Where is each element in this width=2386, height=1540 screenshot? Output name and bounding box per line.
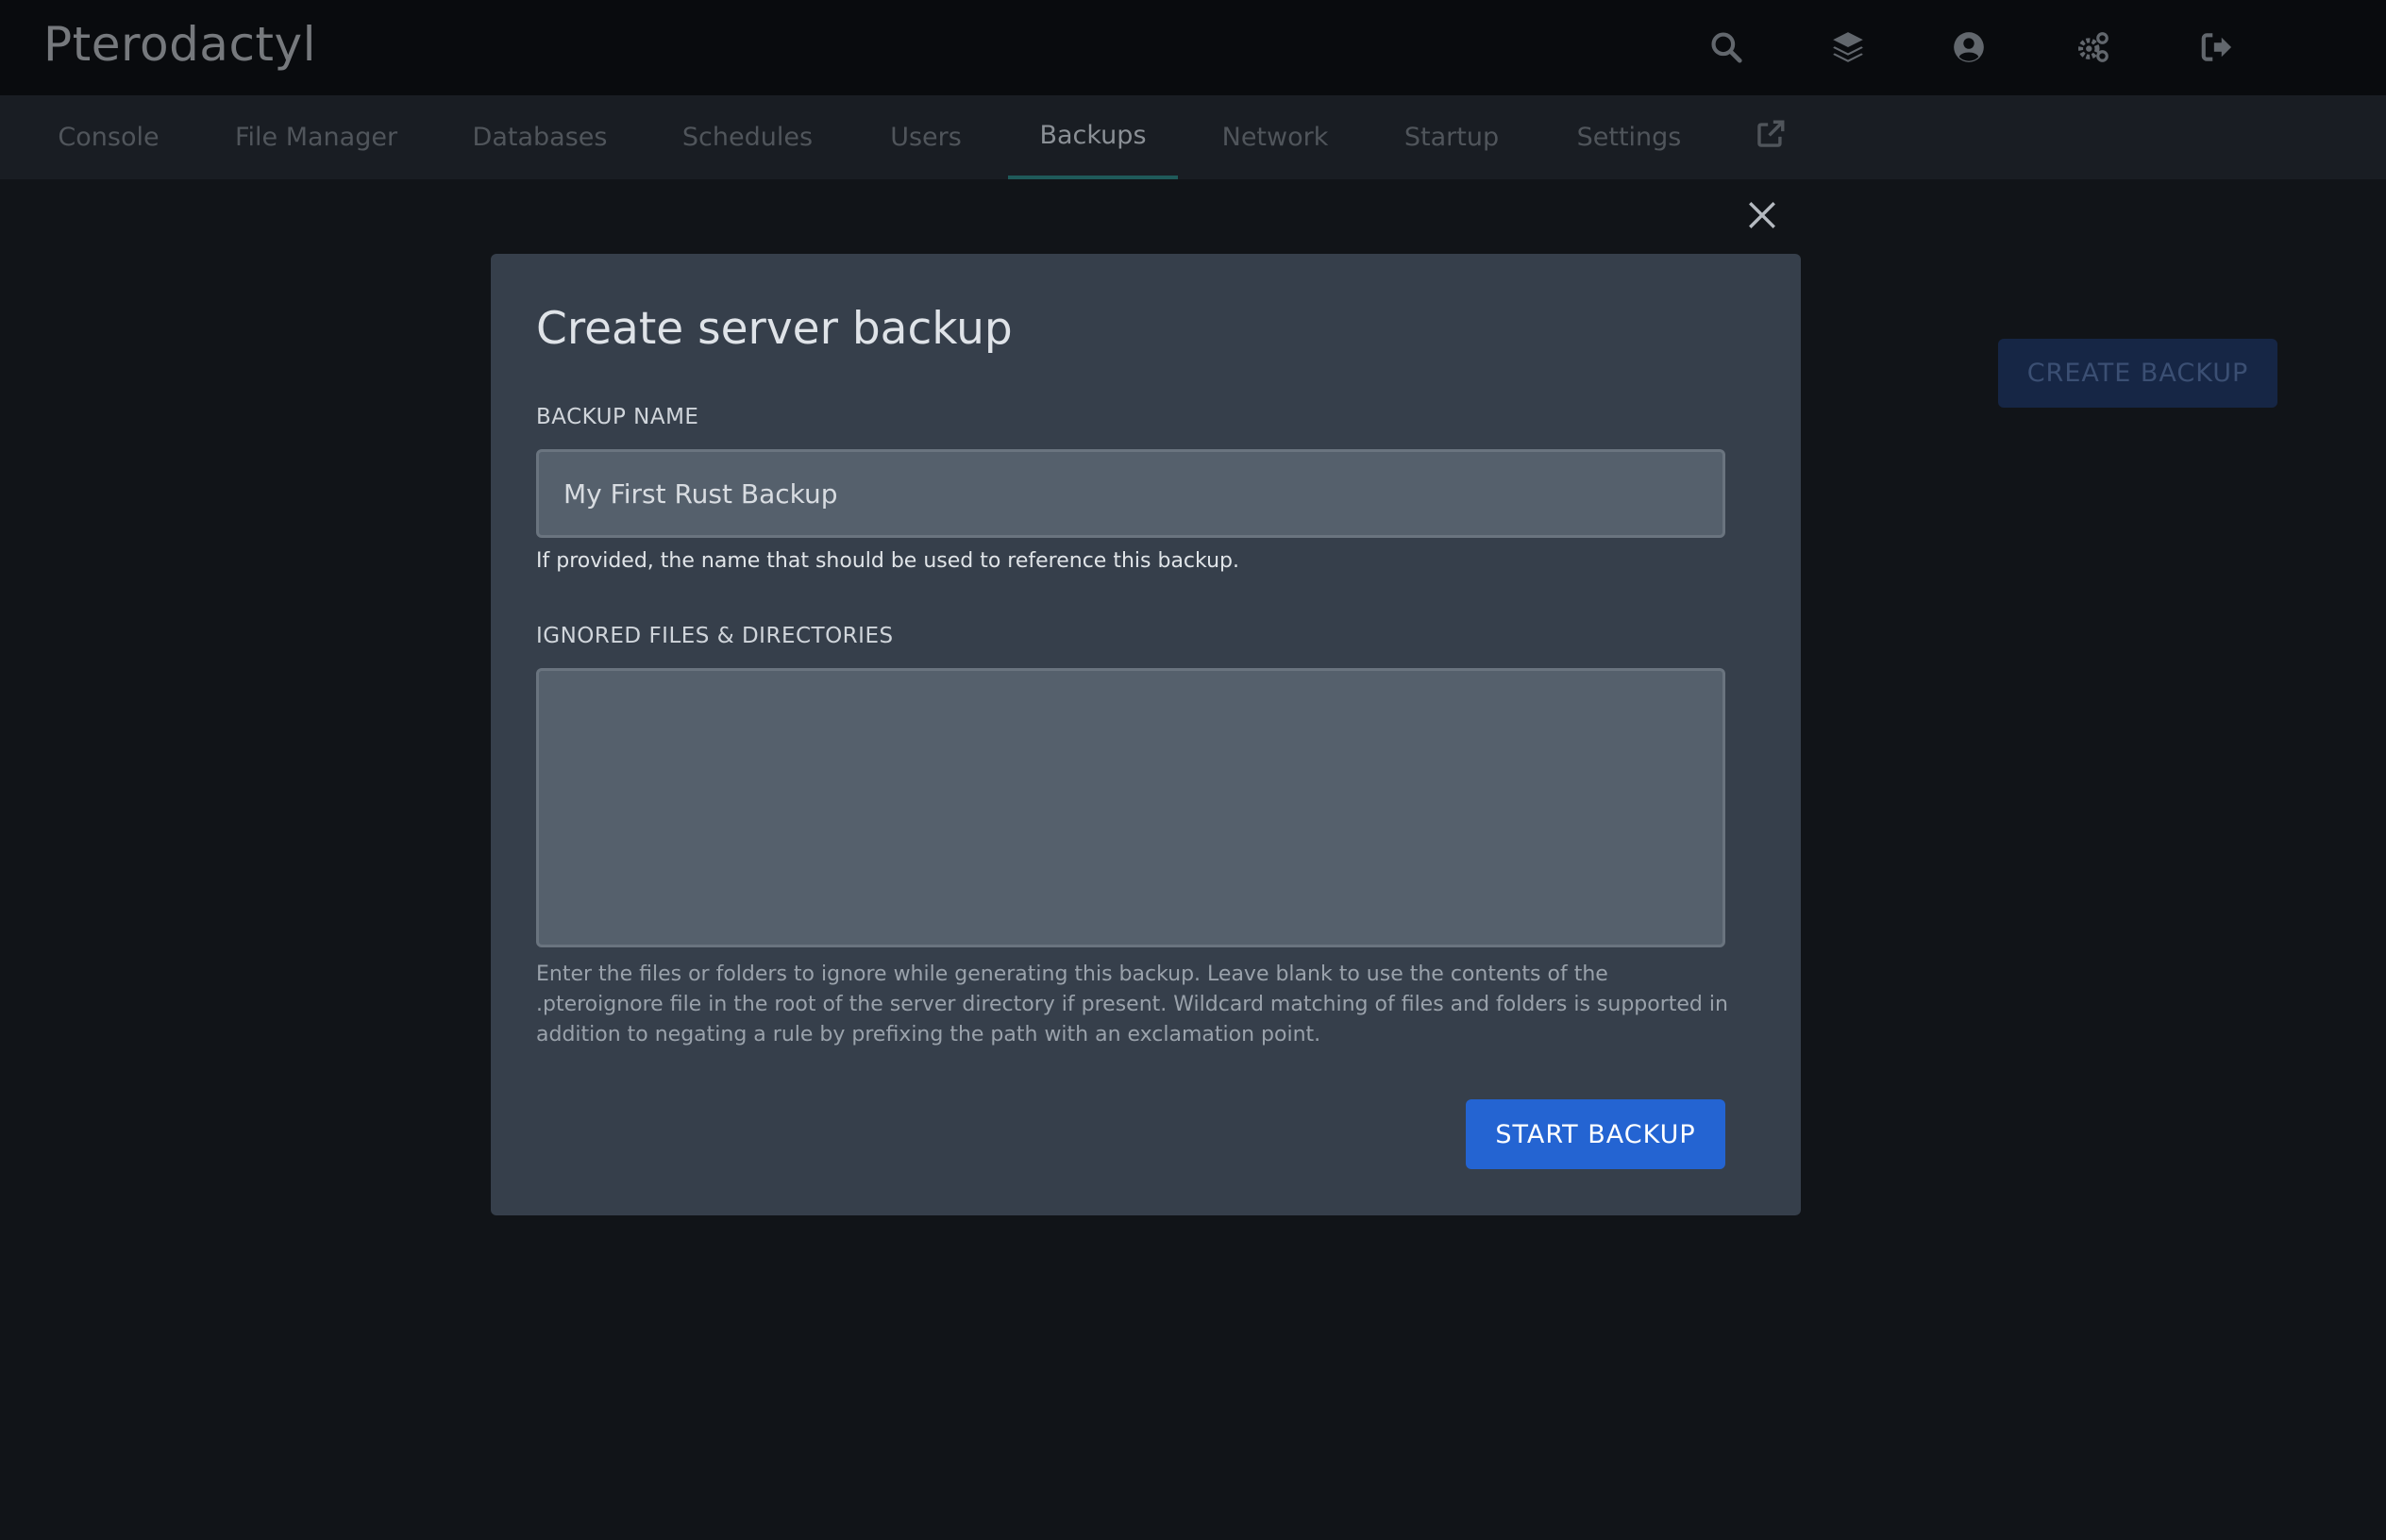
- user-circle-icon[interactable]: [1944, 23, 1993, 72]
- top-bar: Pterodactyl: [0, 0, 2386, 95]
- create-backup-modal: Create server backup BACKUP NAME If prov…: [491, 254, 1801, 1215]
- external-link-icon[interactable]: [1742, 95, 1799, 179]
- modal-title: Create server backup: [536, 303, 1013, 355]
- close-icon[interactable]: [1743, 194, 1781, 236]
- tab-console[interactable]: Console: [43, 95, 174, 179]
- backup-name-helper: If provided, the name that should be use…: [536, 549, 1239, 573]
- tab-databases[interactable]: Databases: [459, 95, 621, 179]
- ignored-files-helper: Enter the files or folders to ignore whi…: [536, 962, 1728, 1046]
- tab-startup[interactable]: Startup: [1387, 95, 1516, 179]
- brand-logo[interactable]: Pterodactyl: [43, 17, 316, 72]
- page: Pterodactyl Console File Manager Databas…: [0, 0, 2386, 1540]
- tab-users[interactable]: Users: [874, 95, 978, 179]
- tab-file-manager[interactable]: File Manager: [219, 95, 413, 179]
- start-backup-button[interactable]: START BACKUP: [1466, 1099, 1725, 1169]
- sign-out-icon[interactable]: [2193, 23, 2242, 72]
- server-sub-navigation: Console File Manager Databases Schedules…: [0, 95, 2386, 179]
- tab-schedules[interactable]: Schedules: [666, 95, 829, 179]
- search-icon[interactable]: [1702, 23, 1751, 72]
- tab-network[interactable]: Network: [1208, 95, 1342, 179]
- create-backup-button[interactable]: CREATE BACKUP: [1998, 339, 2277, 408]
- tab-backups[interactable]: Backups: [1008, 95, 1178, 179]
- tab-settings[interactable]: Settings: [1561, 95, 1697, 179]
- ignored-files-textarea[interactable]: [536, 668, 1725, 947]
- layers-icon[interactable]: [1823, 23, 1873, 72]
- ignored-files-label: IGNORED FILES & DIRECTORIES: [536, 624, 894, 648]
- backup-name-label: BACKUP NAME: [536, 405, 699, 429]
- backup-name-input[interactable]: [536, 449, 1725, 538]
- cogs-icon[interactable]: [2069, 23, 2118, 72]
